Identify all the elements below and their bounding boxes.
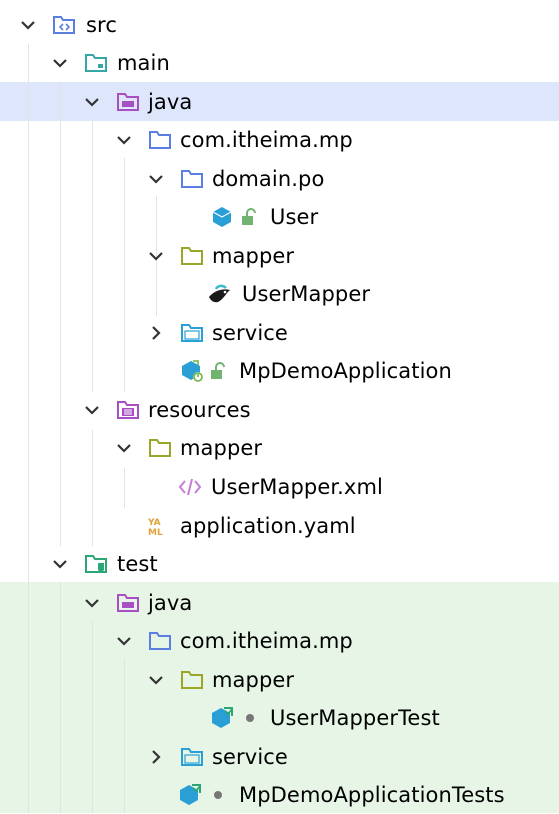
test-class-icon	[178, 784, 202, 806]
package-folder-icon	[180, 746, 204, 768]
package-folder-icon	[180, 322, 204, 344]
tree-row-src[interactable]: src	[0, 6, 559, 44]
package-folder-icon	[148, 129, 172, 151]
lock-open-icon	[210, 362, 226, 380]
chevron-down-icon[interactable]	[148, 249, 164, 263]
tree-row-mp-demo-application[interactable]: MpDemoApplication	[0, 352, 559, 390]
xml-file-icon	[178, 476, 202, 498]
package-folder-icon	[148, 630, 172, 652]
tree-row-test[interactable]: test	[0, 545, 559, 583]
chevron-down-icon[interactable]	[52, 56, 68, 70]
chevron-down-icon[interactable]	[84, 596, 100, 610]
chevron-right-icon[interactable]	[148, 326, 164, 340]
resources-folder-icon	[116, 399, 140, 421]
tree-label: com.itheima.mp	[180, 128, 353, 152]
chevron-down-icon[interactable]	[52, 557, 68, 571]
tree-row-test-java[interactable]: java	[0, 584, 559, 622]
tree-row-resources-mapper[interactable]: mapper	[0, 429, 559, 467]
chevron-right-icon[interactable]	[148, 750, 164, 764]
svg-text:ML: ML	[148, 528, 163, 537]
tree-row-resources[interactable]: resources	[0, 391, 559, 429]
tree-label: domain.po	[212, 167, 325, 191]
tree-label: test	[117, 552, 158, 576]
tree-label: service	[212, 745, 288, 769]
tree-row-application-yaml[interactable]: YA ML application.yaml	[0, 507, 559, 545]
chevron-down-icon[interactable]	[148, 673, 164, 687]
test-folder-icon	[84, 553, 108, 575]
chevron-down-icon[interactable]	[116, 634, 132, 648]
tree-row-service[interactable]: service	[0, 314, 559, 352]
tree-label: com.itheima.mp	[180, 629, 353, 653]
tree-label: service	[212, 321, 288, 345]
svg-text:YA: YA	[147, 518, 161, 528]
source-root-folder-icon	[116, 91, 140, 113]
test-class-icon	[210, 707, 234, 729]
folder-icon	[180, 245, 204, 267]
tree-label: mapper	[212, 668, 295, 692]
tree-label: MpDemoApplication	[239, 359, 452, 383]
chevron-down-icon[interactable]	[116, 133, 132, 147]
spring-boot-class-icon	[180, 360, 204, 382]
mybatis-bird-icon	[208, 283, 232, 305]
tree-row-main[interactable]: main	[0, 44, 559, 82]
tree-row-domain-po[interactable]: domain.po	[0, 160, 559, 198]
chevron-down-icon[interactable]	[84, 403, 100, 417]
lock-open-icon	[241, 208, 257, 226]
tree-label: mapper	[180, 436, 263, 460]
tree-label: User	[270, 205, 319, 229]
tree-row-user[interactable]: User	[0, 198, 559, 236]
tree-row-test-package[interactable]: com.itheima.mp	[0, 622, 559, 660]
class-icon	[210, 206, 234, 228]
tree-label: resources	[148, 398, 251, 422]
tree-label: src	[86, 13, 117, 37]
tree-row-test-mapper[interactable]: mapper	[0, 661, 559, 699]
package-private-dot-icon	[212, 786, 228, 804]
chevron-down-icon[interactable]	[20, 18, 36, 32]
chevron-down-icon[interactable]	[148, 172, 164, 186]
tree-row-mp-demo-application-tests[interactable]: MpDemoApplicationTests	[0, 776, 559, 814]
tree-row-user-mapper[interactable]: UserMapper	[0, 275, 559, 313]
tree-row-user-mapper-test[interactable]: UserMapperTest	[0, 699, 559, 737]
tree-label: main	[117, 51, 170, 75]
folder-icon	[148, 437, 172, 459]
folder-icon	[84, 52, 108, 74]
tree-label: UserMapper.xml	[211, 475, 383, 499]
tree-row-mapper[interactable]: mapper	[0, 237, 559, 275]
tree-label: mapper	[212, 244, 295, 268]
tree-label: UserMapperTest	[270, 706, 440, 730]
package-folder-icon	[180, 168, 204, 190]
folder-icon	[180, 669, 204, 691]
tree-label: UserMapper	[242, 282, 371, 306]
tree-row-main-java[interactable]: java	[0, 83, 559, 121]
chevron-down-icon[interactable]	[84, 95, 100, 109]
tree-label: java	[148, 591, 193, 615]
tree-label: application.yaml	[180, 514, 356, 538]
tree-row-user-mapper-xml[interactable]: UserMapper.xml	[0, 468, 559, 506]
tree-row-package[interactable]: com.itheima.mp	[0, 121, 559, 159]
source-root-folder-icon	[116, 592, 140, 614]
chevron-down-icon[interactable]	[116, 441, 132, 455]
tree-label: java	[148, 90, 193, 114]
tree-row-test-service[interactable]: service	[0, 738, 559, 776]
tree-label: MpDemoApplicationTests	[239, 783, 505, 807]
yaml-file-icon: YA ML	[146, 515, 170, 537]
source-folder-icon	[52, 14, 76, 36]
package-private-dot-icon	[244, 709, 260, 727]
